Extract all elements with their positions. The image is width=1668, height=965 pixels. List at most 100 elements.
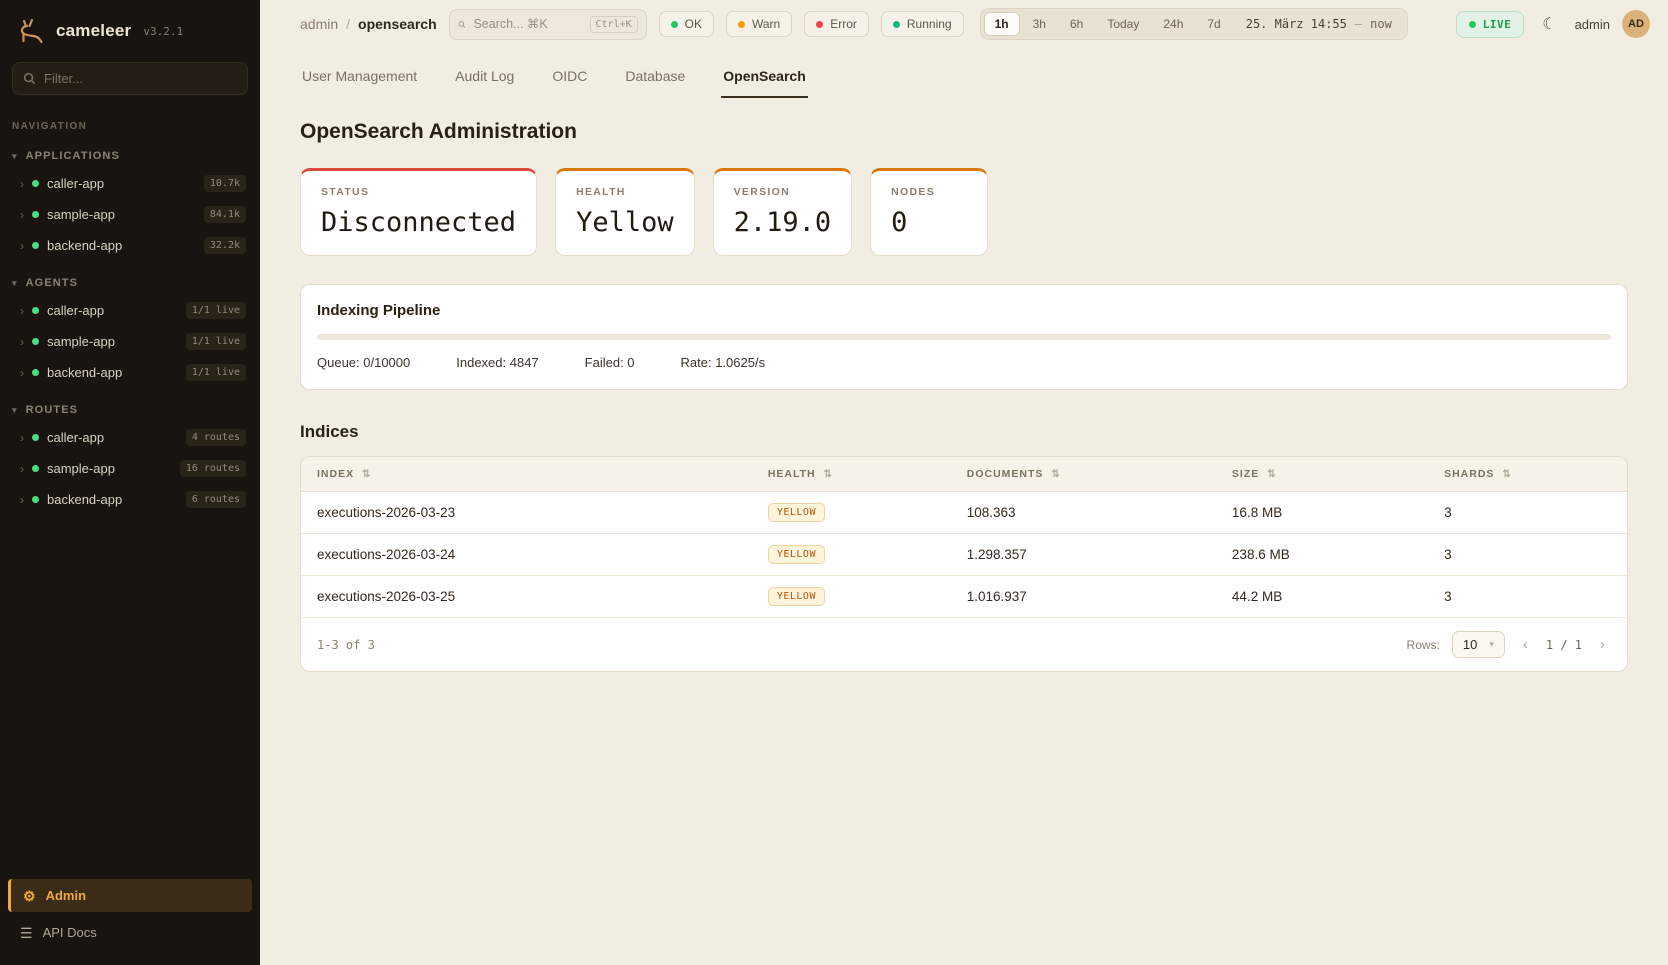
chevron-right-icon: › <box>20 432 24 444</box>
status-filter-label: Error <box>830 17 857 31</box>
pipeline-failed-stat: Failed: 0 <box>585 355 635 370</box>
status-filter-running[interactable]: Running <box>881 11 964 37</box>
stat-cards-row: STATUS Disconnected HEALTH Yellow VERSIO… <box>300 168 1628 256</box>
sidebar-item-badge: 84.1k <box>204 206 246 223</box>
sidebar-item-backend-app[interactable]: › backend-app 1/1 live <box>0 357 260 388</box>
time-range-1h[interactable]: 1h <box>984 12 1020 36</box>
sidebar-item-sample-app[interactable]: › sample-app 1/1 live <box>0 326 260 357</box>
username-label: admin <box>1575 17 1610 32</box>
time-range-6h[interactable]: 6h <box>1059 12 1094 36</box>
datetime-end: now <box>1370 17 1392 31</box>
sidebar-item-caller-app[interactable]: › caller-app 4 routes <box>0 422 260 453</box>
app-root: cameleer v3.2.1 NAVIGATION ▾ APPLICATION… <box>0 0 1668 965</box>
sidebar-item-api-docs[interactable]: ☰ API Docs <box>8 916 252 949</box>
sidebar-item-backend-app[interactable]: › backend-app 32.2k <box>0 230 260 261</box>
time-range-3h[interactable]: 3h <box>1022 12 1057 36</box>
health-badge: YELLOW <box>768 587 825 606</box>
datetime-start: 25. März 14:55 <box>1246 17 1347 31</box>
status-filter-ok[interactable]: OK <box>659 11 714 37</box>
section-header-routes[interactable]: ▾ ROUTES <box>0 400 260 422</box>
pipeline-title: Indexing Pipeline <box>317 302 1611 319</box>
index-name-cell: executions-2026-03-24 <box>301 534 752 576</box>
pagination-controls: Rows: 10 ▾ ‹ 1 / 1 › <box>1407 631 1611 658</box>
sidebar-filter[interactable] <box>12 62 248 95</box>
user-avatar[interactable]: AD <box>1622 10 1650 38</box>
indices-title: Indices <box>300 422 1628 442</box>
api-docs-label: API Docs <box>43 925 97 940</box>
stat-card-nodes: NODES 0 <box>870 168 988 256</box>
brand-logo[interactable]: cameleer v3.2.1 <box>0 0 260 56</box>
table-footer: 1-3 of 3 Rows: 10 ▾ ‹ 1 / 1 › <box>301 618 1627 671</box>
tab-oidc[interactable]: OIDC <box>550 60 589 98</box>
filter-input[interactable] <box>44 71 237 86</box>
column-label: DOCUMENTS <box>967 468 1044 480</box>
sidebar-item-sample-app[interactable]: › sample-app 16 routes <box>0 453 260 484</box>
global-search[interactable]: Ctrl+K <box>449 9 647 40</box>
breadcrumb-parent[interactable]: admin <box>300 16 338 32</box>
rows-per-page-select[interactable]: 10 ▾ <box>1452 631 1505 658</box>
sidebar-item-backend-app[interactable]: › backend-app 6 routes <box>0 484 260 515</box>
section-header-applications[interactable]: ▾ APPLICATIONS <box>0 146 260 168</box>
datetime-range[interactable]: 25. März 14:55 — now <box>1234 17 1404 31</box>
table-row[interactable]: executions-2026-03-24 YELLOW 1.298.357 2… <box>301 534 1627 576</box>
chevron-right-icon: › <box>20 178 24 190</box>
sidebar-item-badge: 1/1 live <box>186 333 246 350</box>
status-dot <box>32 211 39 218</box>
column-header-documents[interactable]: DOCUMENTS ⇅ <box>951 457 1216 492</box>
column-header-shards[interactable]: SHARDS ⇅ <box>1428 457 1627 492</box>
sidebar-item-badge: 6 routes <box>186 491 246 508</box>
sidebar-item-label: caller-app <box>47 303 104 318</box>
brand-name: cameleer <box>56 21 131 41</box>
sidebar-item-sample-app[interactable]: › sample-app 84.1k <box>0 199 260 230</box>
time-range-today[interactable]: Today <box>1096 12 1150 36</box>
section-header-agents[interactable]: ▾ AGENTS <box>0 273 260 295</box>
search-input[interactable] <box>473 17 581 31</box>
status-filter-error[interactable]: Error <box>804 11 869 37</box>
previous-page-button[interactable]: ‹ <box>1517 634 1534 655</box>
content-area: OpenSearch Administration STATUS Disconn… <box>260 98 1668 702</box>
pipeline-stats: Queue: 0/10000 Indexed: 4847 Failed: 0 R… <box>317 355 1611 370</box>
admin-tabs: User Management Audit Log OIDC Database … <box>260 48 1668 98</box>
pipeline-queue-stat: Queue: 0/10000 <box>317 355 410 370</box>
column-header-size[interactable]: SIZE ⇅ <box>1216 457 1428 492</box>
time-range-24h[interactable]: 24h <box>1152 12 1194 36</box>
tab-audit-log[interactable]: Audit Log <box>453 60 516 98</box>
sidebar-item-caller-app[interactable]: › caller-app 1/1 live <box>0 295 260 326</box>
column-header-index[interactable]: INDEX ⇅ <box>301 457 752 492</box>
status-filter-label: Running <box>907 17 952 31</box>
size-cell: 44.2 MB <box>1216 576 1428 618</box>
theme-toggle-button[interactable]: ☾ <box>1536 10 1562 38</box>
sidebar-item-label: caller-app <box>47 430 104 445</box>
status-dot <box>32 307 39 314</box>
tab-user-management[interactable]: User Management <box>300 60 419 98</box>
tab-database[interactable]: Database <box>623 60 687 98</box>
sidebar-item-caller-app[interactable]: › caller-app 10.7k <box>0 168 260 199</box>
sidebar-item-admin[interactable]: ⚙ Admin <box>8 879 252 912</box>
live-toggle-button[interactable]: LIVE <box>1456 11 1525 38</box>
caret-down-icon: ▾ <box>12 405 18 416</box>
chevron-right-icon: › <box>1600 636 1605 653</box>
gear-icon: ⚙ <box>23 889 36 903</box>
sidebar-section-agents: ▾ AGENTS › caller-app 1/1 live › sample-… <box>0 273 260 388</box>
next-page-button[interactable]: › <box>1594 634 1611 655</box>
table-row[interactable]: executions-2026-03-25 YELLOW 1.016.937 4… <box>301 576 1627 618</box>
pipeline-rate-stat: Rate: 1.0625/s <box>681 355 766 370</box>
tab-opensearch[interactable]: OpenSearch <box>721 60 807 98</box>
caret-down-icon: ▾ <box>12 151 18 162</box>
search-icon <box>458 18 466 31</box>
section-label: AGENTS <box>26 277 78 289</box>
table-row[interactable]: executions-2026-03-23 YELLOW 108.363 16.… <box>301 492 1627 534</box>
stat-card-status: STATUS Disconnected <box>300 168 537 256</box>
status-filter-warn[interactable]: Warn <box>726 11 792 37</box>
chevron-right-icon: › <box>20 494 24 506</box>
column-header-health[interactable]: HEALTH ⇅ <box>752 457 951 492</box>
stat-value: 0 <box>891 207 967 238</box>
documents-cell: 1.298.357 <box>951 534 1216 576</box>
page-indicator: 1 / 1 <box>1546 638 1582 652</box>
shards-cell: 3 <box>1428 492 1627 534</box>
chevron-left-icon: ‹ <box>1523 636 1528 653</box>
status-dot <box>32 496 39 503</box>
sidebar-item-badge: 32.2k <box>204 237 246 254</box>
time-range-7d[interactable]: 7d <box>1196 12 1231 36</box>
column-label: SHARDS <box>1444 468 1494 480</box>
